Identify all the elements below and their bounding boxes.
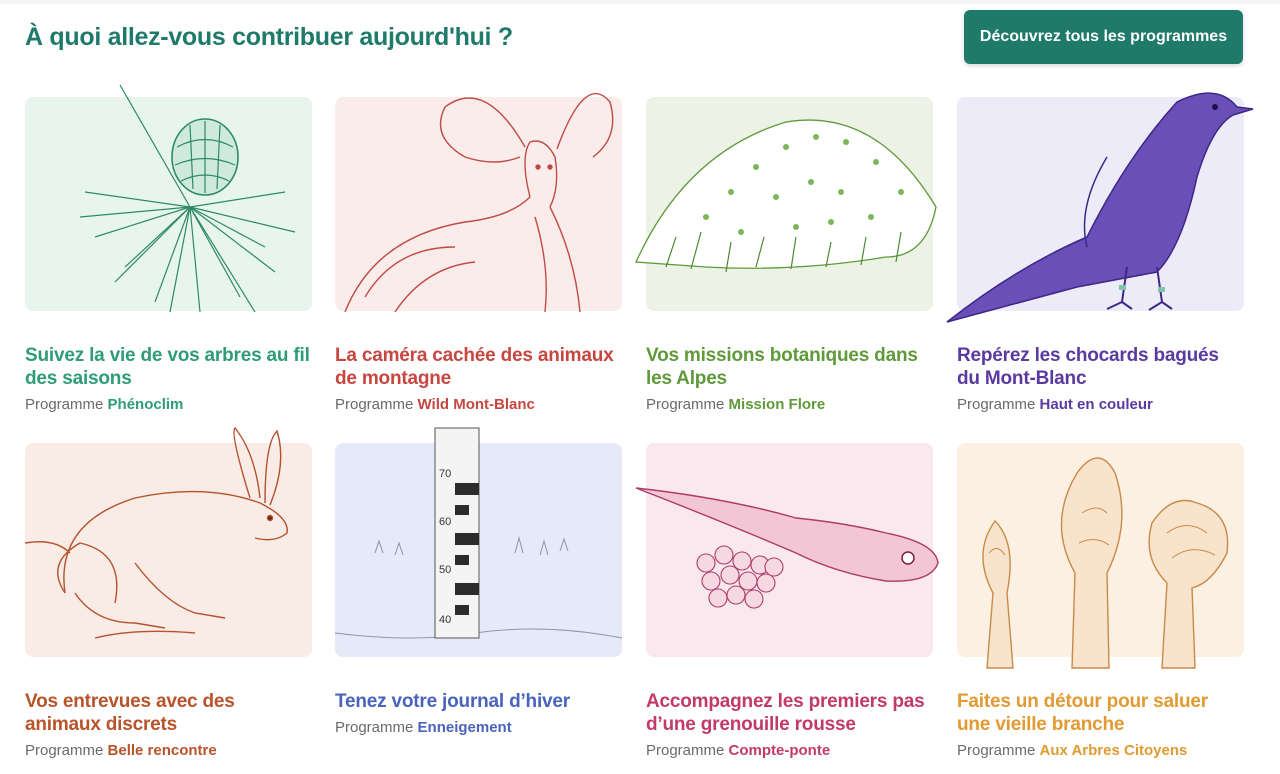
hare-icon [24, 426, 288, 639]
tree-buds-icon [982, 457, 1229, 669]
program-prefix: Programme [646, 396, 725, 413]
ibex-icon [344, 92, 614, 313]
program-name: Haut en couleur [1039, 396, 1153, 413]
card-title: Repérez les chocards bagués du Mont-Blan… [957, 345, 1219, 389]
program-prefix: Programme [25, 742, 104, 759]
pole-mark-50: 50 [439, 564, 451, 576]
card-program: Programme Enneigement [335, 719, 622, 736]
snow-pole-icon: 70 60 50 40 [334, 427, 623, 639]
card-program: Programme Aux Arbres Citoyens [957, 742, 1244, 759]
top-divider [0, 0, 1280, 4]
program-name: Belle rencontre [107, 742, 217, 759]
program-card-phenoclim[interactable]: Suivez la vie de vos arbres au fil des s… [25, 84, 312, 413]
pole-mark-40: 40 [439, 614, 451, 626]
card-image [24, 426, 312, 657]
program-card-wild-mont-blanc[interactable]: La caméra cachée des animaux de montagne… [335, 92, 622, 413]
card-title: Accompagnez les premiers pas d’une greno… [646, 691, 925, 735]
pole-mark-70: 70 [439, 468, 451, 480]
card-program: Programme Belle rencontre [25, 742, 312, 759]
program-prefix: Programme [335, 719, 414, 736]
program-card-enneigement[interactable]: 70 60 50 40 Tenez votre journal d’hiver … [334, 427, 623, 736]
page-title: À quoi allez-vous contribuer aujourd'hui… [25, 23, 513, 51]
program-card-mission-flore[interactable]: Vos missions botaniques dans les Alpes P… [635, 97, 937, 413]
card-image [957, 443, 1244, 669]
card-program: Programme Compte-ponte [646, 742, 933, 759]
flower-cushion-icon [635, 119, 937, 273]
program-name: Compte-ponte [728, 742, 831, 759]
card-title: Faites un détour pour saluer une vieille… [957, 691, 1208, 735]
program-card-belle-rencontre[interactable]: Vos entrevues avec des animaux discrets … [24, 426, 312, 759]
program-card-aux-arbres-citoyens[interactable]: Faites un détour pour saluer une vieille… [957, 443, 1244, 759]
program-name: Mission Flore [728, 396, 826, 413]
card-image [335, 92, 622, 313]
program-card-compte-ponte[interactable]: Accompagnez les premiers pas d’une greno… [635, 443, 939, 759]
card-program: Programme Mission Flore [646, 396, 933, 413]
card-title: Suivez la vie de vos arbres au fil des s… [25, 345, 310, 389]
card-image [946, 92, 1254, 323]
card-title: Vos missions botaniques dans les Alpes [646, 345, 918, 389]
discover-programs-button[interactable]: Découvrez tous les programmes [964, 10, 1243, 64]
pine-cone-icon [79, 84, 296, 313]
card-title: Vos entrevues avec des animaux discrets [25, 691, 235, 735]
card-program: Programme Haut en couleur [957, 396, 1244, 413]
card-title: Tenez votre journal d’hiver [335, 691, 570, 712]
pole-mark-60: 60 [439, 516, 451, 528]
program-name: Enneigement [417, 719, 512, 736]
program-prefix: Programme [646, 742, 725, 759]
card-image [635, 443, 939, 657]
program-name: Phénoclim [107, 396, 184, 413]
card-program: Programme Wild Mont-Blanc [335, 396, 622, 413]
tadpole-icon [635, 487, 939, 609]
program-card-haut-en-couleur[interactable]: Repérez les chocards bagués du Mont-Blan… [946, 92, 1254, 413]
card-program: Programme Phénoclim [25, 396, 312, 413]
card-title: La caméra cachée des animaux de montagne [335, 345, 614, 389]
card-image [25, 84, 312, 313]
card-image: 70 60 50 40 [334, 427, 623, 657]
program-name: Wild Mont-Blanc [417, 396, 535, 413]
chough-bird-icon [946, 92, 1254, 323]
program-prefix: Programme [335, 396, 414, 413]
program-prefix: Programme [957, 742, 1036, 759]
program-prefix: Programme [957, 396, 1036, 413]
program-prefix: Programme [25, 396, 104, 413]
card-image [635, 97, 937, 311]
program-name: Aux Arbres Citoyens [1039, 742, 1188, 759]
